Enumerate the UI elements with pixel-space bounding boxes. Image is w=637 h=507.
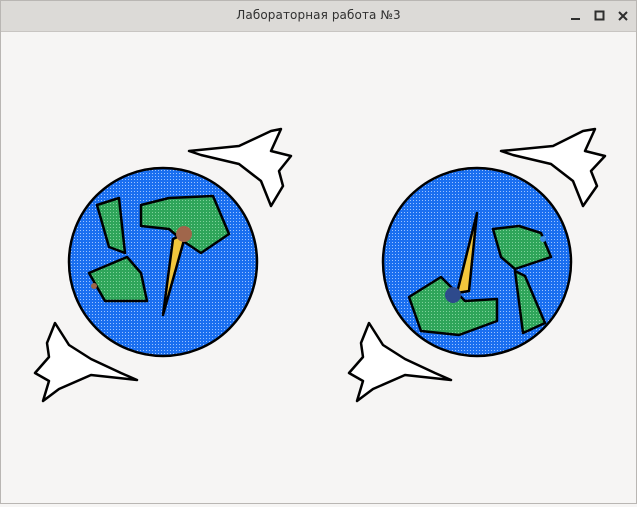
close-button[interactable] — [616, 9, 630, 23]
left-globe — [67, 166, 259, 358]
left-globe-ocean — [67, 166, 259, 358]
scene-svg — [33, 127, 607, 403]
app-window: Лабораторная работа №3 — [0, 0, 637, 504]
maximize-button[interactable] — [593, 9, 607, 23]
right-small-dot — [540, 236, 546, 242]
close-icon — [618, 11, 628, 21]
window-title: Лабораторная работа №3 — [236, 8, 401, 22]
left-small-dot — [91, 283, 97, 289]
right-globe — [381, 166, 573, 358]
minimize-button[interactable] — [569, 9, 583, 23]
minimize-icon — [571, 18, 580, 20]
title-bar[interactable]: Лабораторная работа №3 — [1, 1, 636, 32]
right-pivot-dot — [445, 287, 461, 303]
maximize-icon — [594, 10, 605, 21]
drawing-canvas — [1, 32, 636, 503]
left-pivot-dot — [176, 226, 192, 242]
